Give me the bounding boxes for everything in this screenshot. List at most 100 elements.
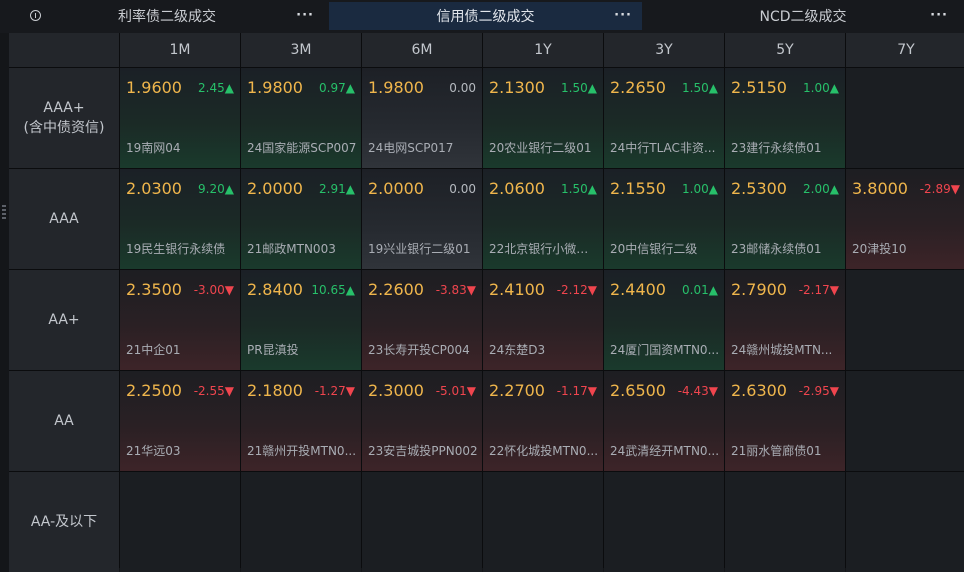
change-bp: 2.91▲ [319, 182, 355, 196]
change-bp: -2.12▼ [556, 283, 597, 297]
change-bp: 0.01▲ [682, 283, 718, 297]
quote-cell[interactable]: 2.5150 1.00▲ 23建行永续债01 [725, 68, 845, 168]
info-circle-icon[interactable] [30, 10, 41, 21]
rating-label: AA-及以下 [30, 514, 98, 530]
tab-label: 利率债二级成交 [118, 9, 216, 25]
quote-cell[interactable]: 2.4400 0.01▲ 24厦门国资MTN0... [604, 270, 724, 370]
quote-cell[interactable]: 2.8400 10.65▲ PR昆滇投 [241, 270, 361, 370]
quote-cell[interactable]: 2.1800 -1.27▼ 21赣州开投MTN0... [241, 371, 361, 471]
change-bp: 2.45▲ [198, 81, 234, 95]
change-bp: 10.65▲ [311, 283, 355, 297]
yield-value: 1.9600 [126, 78, 182, 97]
quote-cell[interactable]: 1.9600 2.45▲ 19南网04 [120, 68, 240, 168]
quote-cell[interactable]: 2.4100 -2.12▼ 24东楚D3 [483, 270, 603, 370]
resize-handle[interactable] [2, 205, 6, 219]
bond-name: 23长寿开投CP004 [368, 343, 470, 357]
quote-cell[interactable]: 2.1550 1.00▲ 20中信银行二级 [604, 169, 724, 269]
quote-cell[interactable]: 2.2700 -1.17▼ 22怀化城投MTN0... [483, 371, 603, 471]
column-header-1m: 1M [120, 33, 240, 67]
quote-cell[interactable]: 2.0300 9.20▲ 19民生银行永续债 [120, 169, 240, 269]
bond-name: 20津投10 [852, 242, 907, 256]
tab-ncd[interactable]: NCD二级成交 ··· [648, 2, 958, 30]
yield-value: 1.9800 [247, 78, 303, 97]
bond-name: 24电网SCP017 [368, 141, 454, 155]
quote-cell[interactable]: 2.6300 -2.95▼ 21丽水管廊债01 [725, 371, 845, 471]
row-header: AAA [9, 169, 119, 269]
empty-cell [241, 472, 361, 572]
tab-credit-bonds[interactable]: 信用债二级成交 ··· [329, 2, 642, 30]
quote-cell[interactable]: 2.2650 1.50▲ 24中行TLAC非资... [604, 68, 724, 168]
change-bp: 1.00▲ [803, 81, 839, 95]
yield-value: 2.3000 [368, 381, 424, 400]
column-header-5y: 5Y [725, 33, 845, 67]
quote-cell[interactable]: 3.8000 -2.89▼ 20津投10 [846, 169, 964, 269]
yield-value: 2.3500 [126, 280, 182, 299]
change-bp: 2.00▲ [803, 182, 839, 196]
row-header: AA [9, 371, 119, 471]
rating-label: AA+ [48, 312, 80, 328]
yield-value: 2.1800 [247, 381, 303, 400]
quote-cell[interactable]: 1.9800 0.97▲ 24国家能源SCP007 [241, 68, 361, 168]
quote-cell[interactable]: 2.3000 -5.01▼ 23安吉城投PPN002 [362, 371, 482, 471]
bond-name: 22北京银行小微债... [489, 242, 599, 256]
quote-cell[interactable]: 2.2500 -2.55▼ 21华远03 [120, 371, 240, 471]
change-bp: -3.00▼ [193, 283, 234, 297]
bond-name: 20农业银行二级01 [489, 141, 592, 155]
empty-cell [846, 270, 964, 370]
empty-cell [362, 472, 482, 572]
change-bp: -3.83▼ [435, 283, 476, 297]
change-bp: 0.00 [449, 182, 476, 196]
yield-value: 2.6300 [731, 381, 787, 400]
quote-cell[interactable]: 2.6500 -4.43▼ 24武清经开MTN0... [604, 371, 724, 471]
row-header: AA+ [9, 270, 119, 370]
change-bp: 1.50▲ [561, 81, 597, 95]
yield-value: 3.8000 [852, 179, 908, 198]
quote-cell[interactable]: 1.9800 0.00 24电网SCP017 [362, 68, 482, 168]
bond-name: 21华远03 [126, 444, 181, 458]
more-dots-icon[interactable]: ··· [614, 8, 632, 23]
quote-cell[interactable]: 2.2600 -3.83▼ 23长寿开投CP004 [362, 270, 482, 370]
quote-cell[interactable]: 2.1300 1.50▲ 20农业银行二级01 [483, 68, 603, 168]
yield-value: 2.1300 [489, 78, 545, 97]
tab-label: NCD二级成交 [759, 9, 847, 25]
change-bp: -1.27▼ [314, 384, 355, 398]
row-header: AA-及以下 [9, 472, 119, 572]
bond-name: 19兴业银行二级01 [368, 242, 471, 256]
empty-cell [846, 68, 964, 168]
quote-cell[interactable]: 2.0000 2.91▲ 21邮政MTN003 [241, 169, 361, 269]
bond-name: 19南网04 [126, 141, 181, 155]
yield-value: 2.4100 [489, 280, 545, 299]
more-dots-icon[interactable]: ··· [930, 8, 948, 23]
change-bp: -1.17▼ [556, 384, 597, 398]
bond-name: 21赣州开投MTN0... [247, 444, 357, 458]
quote-cell[interactable]: 2.0000 0.00 19兴业银行二级01 [362, 169, 482, 269]
yield-value: 2.7900 [731, 280, 787, 299]
empty-cell [725, 472, 845, 572]
yield-value: 2.5150 [731, 78, 787, 97]
bond-name: 20中信银行二级 [610, 242, 698, 256]
yield-value: 2.6500 [610, 381, 666, 400]
bond-name: 24厦门国资MTN0... [610, 343, 720, 357]
change-bp: 9.20▲ [198, 182, 234, 196]
empty-cell [846, 371, 964, 471]
bond-name: 23建行永续债01 [731, 141, 822, 155]
rating-label: AA [54, 413, 74, 429]
quote-cell[interactable]: 2.3500 -3.00▼ 21中企01 [120, 270, 240, 370]
more-dots-icon[interactable]: ··· [296, 8, 314, 23]
quote-cell[interactable]: 2.0600 1.50▲ 22北京银行小微债... [483, 169, 603, 269]
yield-value: 2.8400 [247, 280, 303, 299]
tab-label: 信用债二级成交 [436, 9, 535, 25]
bond-name: 21丽水管廊债01 [731, 444, 822, 458]
quote-cell[interactable]: 2.5300 2.00▲ 23邮储永续债01 [725, 169, 845, 269]
tab-rate-bonds[interactable]: 利率债二级成交 ··· [10, 2, 324, 30]
bond-name: 23安吉城投PPN002 [368, 444, 478, 458]
yield-value: 2.0000 [247, 179, 303, 198]
yield-value: 2.2600 [368, 280, 424, 299]
quote-cell[interactable]: 2.7900 -2.17▼ 24赣州城投MTN... [725, 270, 845, 370]
column-header-6m: 6M [362, 33, 482, 67]
change-bp: 0.97▲ [319, 81, 355, 95]
empty-cell [120, 472, 240, 572]
change-bp: 0.00 [449, 81, 476, 95]
change-bp: -5.01▼ [435, 384, 476, 398]
yield-matrix: 1M 3M 6M 1Y 3Y 5Y 7Y AAA+ (含中债资信) 1.9600 2.… [9, 33, 964, 572]
